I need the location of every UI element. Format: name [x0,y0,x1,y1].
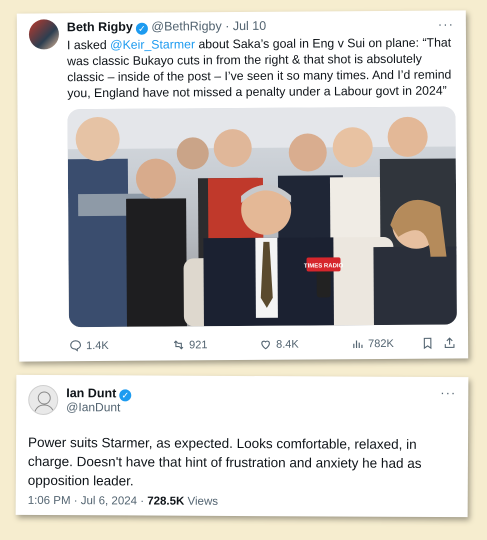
person-woman-left [126,198,187,327]
views-button[interactable]: 782K [351,337,394,350]
person-woman-right-body [373,246,457,326]
share-icon [444,337,455,348]
heart-icon [261,340,270,350]
bookmark-icon [423,337,432,350]
person-left-jacket [67,158,129,328]
bookmark-button[interactable] [421,337,434,350]
tweet-card-beth-rigby[interactable]: Beth Rigby ✓ @BethRigby · Jul 10 ··· I as… [16,10,469,362]
tweet-meta: 1:06 PM · Jul 6, 2024 · 728.5K Views [28,495,218,508]
tweet-card-ian-dunt[interactable]: Ian Dunt ✓ @IanDunt ··· Power suits Starm… [15,374,469,518]
author-handle[interactable]: @IanDunt [66,400,120,414]
person-woman-centre-body [329,177,386,248]
tweet-text: I asked @Keir_Starmer about Saka’s goal … [67,35,455,102]
repost-icon [173,340,184,350]
person-back-head [176,137,209,170]
like-button[interactable]: 8.4K [259,338,299,351]
person-woman-centre-head [332,127,373,168]
mic-label: TIMES RADIO [304,263,344,269]
person-man-right-head [387,116,428,157]
tweet-timestamp[interactable]: 1:06 PM · Jul 6, 2024 · [28,495,148,508]
reply-count: 1.4K [86,339,109,352]
tweet-photo[interactable]: TIMES RADIO [67,106,457,328]
photo-scene: TIMES RADIO [67,106,457,328]
person-woman-left-head [135,158,176,199]
verified-badge-icon: ✓ [135,22,148,35]
person-man-centre-head [288,133,327,172]
avatar[interactable] [28,384,59,416]
tweet-text: Power suits Starmer, as expected. Looks … [27,434,422,489]
author-name[interactable]: Ian Dunt [66,386,116,400]
mention-link[interactable]: @Keir_Starmer [110,37,195,52]
views-count: 728.5K [147,495,185,508]
author-name[interactable]: Beth Rigby [67,20,133,34]
repost-count: 921 [189,338,208,351]
handle-and-time[interactable]: @BethRigby · Jul 10 [151,19,266,34]
like-count: 8.4K [276,338,299,351]
repost-button[interactable]: 921 [172,338,208,351]
views-count: 782K [368,337,394,350]
reply-icon [70,340,82,352]
microphone-icon [316,267,331,298]
views-label: Views [184,495,219,508]
avatar-sketch-icon [33,391,55,416]
reply-button[interactable]: 1.4K [69,339,109,352]
tweet-text-part: I asked [66,37,111,53]
avatar[interactable] [28,19,60,50]
person-left-head [75,117,120,162]
tweet-actions: 1.4K 921 8.4K 782K [69,337,457,358]
more-options-icon[interactable]: ··· [440,385,456,400]
share-button[interactable] [443,337,456,350]
person-glasses-head [213,129,252,168]
views-chart-icon [353,340,363,349]
verified-badge-icon: ✓ [119,389,132,402]
tweet-header: Beth Rigby ✓ @BethRigby · Jul 10 [67,19,266,35]
more-options-icon[interactable]: ··· [438,17,454,32]
